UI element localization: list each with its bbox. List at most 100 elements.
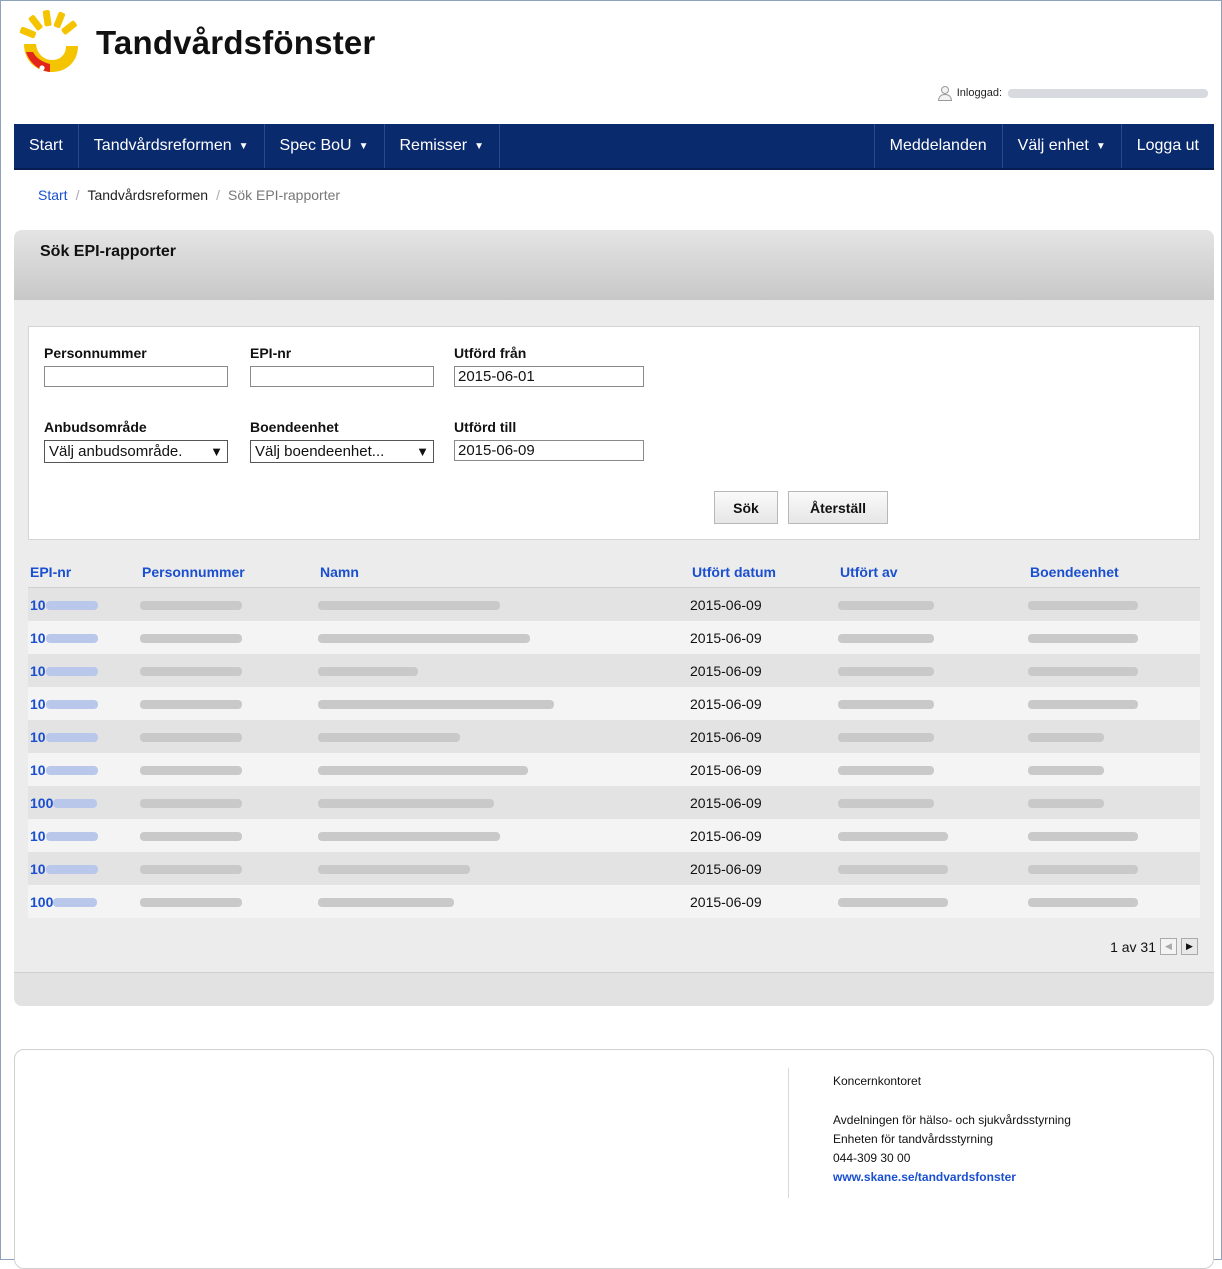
personnummer-cell-redacted bbox=[140, 861, 318, 877]
epi-link[interactable]: 10 bbox=[28, 729, 140, 745]
prev-page-icon[interactable]: ◀ bbox=[1160, 938, 1177, 955]
col-header-namn[interactable]: Namn bbox=[318, 564, 690, 587]
nav-remisser[interactable]: Remisser ▼ bbox=[385, 124, 500, 168]
table-row: 10 2015-06-09 bbox=[28, 588, 1200, 621]
footer-contact: Koncernkontoret Avdelningen för hälso- o… bbox=[833, 1072, 1071, 1187]
boendeenhet-cell-redacted bbox=[1028, 696, 1200, 712]
utford-fran-input[interactable] bbox=[454, 366, 644, 387]
personnummer-cell-redacted bbox=[140, 597, 318, 613]
personnummer-cell-redacted bbox=[140, 630, 318, 646]
utfort-datum-cell: 2015-06-09 bbox=[690, 893, 762, 910]
personnummer-cell-redacted bbox=[140, 729, 318, 745]
caret-down-icon: ▼ bbox=[238, 140, 249, 152]
col-header-utfort-datum[interactable]: Utfört datum bbox=[690, 564, 838, 587]
epi-link[interactable]: 10 bbox=[28, 828, 140, 844]
login-info: Inloggad: bbox=[937, 84, 1208, 102]
breadcrumb-start[interactable]: Start bbox=[38, 187, 68, 203]
utford-till-label: Utförd till bbox=[454, 419, 517, 435]
epi-nr-field: EPI-nr bbox=[250, 345, 434, 387]
login-label: Inloggad: bbox=[956, 87, 1002, 99]
namn-cell-redacted bbox=[318, 663, 690, 679]
utfort-datum-cell: 2015-06-09 bbox=[690, 860, 762, 877]
epi-link[interactable]: 100 bbox=[28, 795, 140, 811]
epi-link[interactable]: 10 bbox=[28, 630, 140, 646]
boendeenhet-cell-redacted bbox=[1028, 663, 1200, 679]
breadcrumb-separator: / bbox=[75, 187, 80, 203]
table-row: 10 2015-06-09 bbox=[28, 819, 1200, 852]
epi-number-redacted bbox=[45, 832, 98, 842]
epi-link[interactable]: 10 bbox=[28, 861, 140, 877]
utfort-av-cell-redacted bbox=[838, 630, 1028, 646]
utfort-av-cell-redacted bbox=[838, 663, 1028, 679]
boendeenhet-cell-redacted bbox=[1028, 795, 1200, 811]
table-row: 100 2015-06-09 bbox=[28, 885, 1200, 918]
nav-spacer bbox=[500, 124, 875, 168]
boendeenhet-cell-redacted bbox=[1028, 597, 1200, 613]
utfort-datum-cell: 2015-06-09 bbox=[690, 794, 762, 811]
chevron-down-icon: ▼ bbox=[416, 444, 429, 459]
utfort-datum-cell: 2015-06-09 bbox=[690, 761, 762, 778]
footer-divider bbox=[788, 1068, 789, 1198]
utford-fran-label: Utförd från bbox=[454, 345, 527, 361]
nav-start[interactable]: Start bbox=[14, 124, 79, 168]
col-header-epi-nr[interactable]: EPI-nr bbox=[28, 564, 140, 587]
search-panel: Sök EPI-rapporter Personnummer EPI-nr Ut… bbox=[14, 230, 1214, 1006]
panel-header: Sök EPI-rapporter bbox=[14, 230, 1214, 300]
col-header-boendeenhet[interactable]: Boendeenhet bbox=[1028, 564, 1200, 587]
personnummer-field: Personnummer bbox=[44, 345, 228, 387]
breadcrumb-current: Sök EPI-rapporter bbox=[227, 187, 341, 203]
personnummer-cell-redacted bbox=[140, 762, 318, 778]
namn-cell-redacted bbox=[318, 894, 690, 910]
reset-button[interactable]: Återställ bbox=[788, 491, 888, 524]
namn-cell-redacted bbox=[318, 630, 690, 646]
boendeenhet-cell-redacted bbox=[1028, 630, 1200, 646]
col-header-utfort-av[interactable]: Utfört av bbox=[838, 564, 1028, 587]
anbudsomrade-select[interactable]: Välj anbudsområde. ▼ bbox=[44, 440, 228, 463]
epi-link[interactable]: 10 bbox=[28, 597, 140, 613]
epi-prefix: 10 bbox=[30, 860, 46, 877]
utfort-datum-cell: 2015-06-09 bbox=[690, 629, 762, 646]
boendeenhet-select[interactable]: Välj boendeenhet... ▼ bbox=[250, 440, 434, 463]
nav-logga-ut[interactable]: Logga ut bbox=[1122, 124, 1214, 168]
namn-cell-redacted bbox=[318, 762, 690, 778]
epi-nr-input[interactable] bbox=[250, 366, 434, 387]
utfort-datum-cell: 2015-06-09 bbox=[690, 662, 762, 679]
epi-link[interactable]: 10 bbox=[28, 762, 140, 778]
breadcrumb-section: Tandvårdsreformen bbox=[87, 187, 209, 203]
epi-link[interactable]: 100 bbox=[28, 894, 140, 910]
personnummer-label: Personnummer bbox=[44, 345, 147, 361]
boendeenhet-cell-redacted bbox=[1028, 861, 1200, 877]
nav-valj-enhet-label: Välj enhet bbox=[1017, 137, 1089, 154]
caret-down-icon: ▼ bbox=[358, 140, 369, 152]
epi-number-redacted bbox=[45, 667, 98, 677]
table-header: EPI-nr Personnummer Namn Utfört datum Ut… bbox=[28, 564, 1200, 588]
utfort-av-cell-redacted bbox=[838, 597, 1028, 613]
nav-valj-enhet[interactable]: Välj enhet ▼ bbox=[1003, 124, 1122, 168]
app-title: Tandvårdsfönster bbox=[96, 24, 376, 61]
logo-icon[interactable] bbox=[18, 10, 82, 74]
chevron-down-icon: ▼ bbox=[210, 444, 223, 459]
nav-meddelanden[interactable]: Meddelanden bbox=[875, 124, 1003, 168]
boendeenhet-label: Boendeenhet bbox=[250, 419, 339, 435]
utford-till-input[interactable] bbox=[454, 440, 644, 461]
epi-number-redacted bbox=[53, 799, 98, 809]
namn-cell-redacted bbox=[318, 861, 690, 877]
nav-spec-bou[interactable]: Spec BoU ▼ bbox=[265, 124, 385, 168]
boendeenhet-cell-redacted bbox=[1028, 729, 1200, 745]
col-header-personnummer[interactable]: Personnummer bbox=[140, 564, 318, 587]
footer-link[interactable]: www.skane.se/tandvardsfonster bbox=[833, 1170, 1016, 1184]
personnummer-input[interactable] bbox=[44, 366, 228, 387]
search-form: Personnummer EPI-nr Utförd från Anbudsom… bbox=[28, 326, 1200, 540]
nav-tandvardsreformen[interactable]: Tandvårdsreformen ▼ bbox=[79, 124, 265, 168]
epi-link[interactable]: 10 bbox=[28, 663, 140, 679]
utfort-av-cell-redacted bbox=[838, 762, 1028, 778]
search-button[interactable]: Sök bbox=[714, 491, 778, 524]
next-page-icon[interactable]: ▶ bbox=[1181, 938, 1198, 955]
utfort-av-cell-redacted bbox=[838, 729, 1028, 745]
namn-cell-redacted bbox=[318, 696, 690, 712]
utfort-av-cell-redacted bbox=[838, 861, 1028, 877]
personnummer-cell-redacted bbox=[140, 795, 318, 811]
epi-link[interactable]: 10 bbox=[28, 696, 140, 712]
panel-footer bbox=[14, 972, 1214, 1006]
epi-prefix: 10 bbox=[30, 662, 46, 679]
